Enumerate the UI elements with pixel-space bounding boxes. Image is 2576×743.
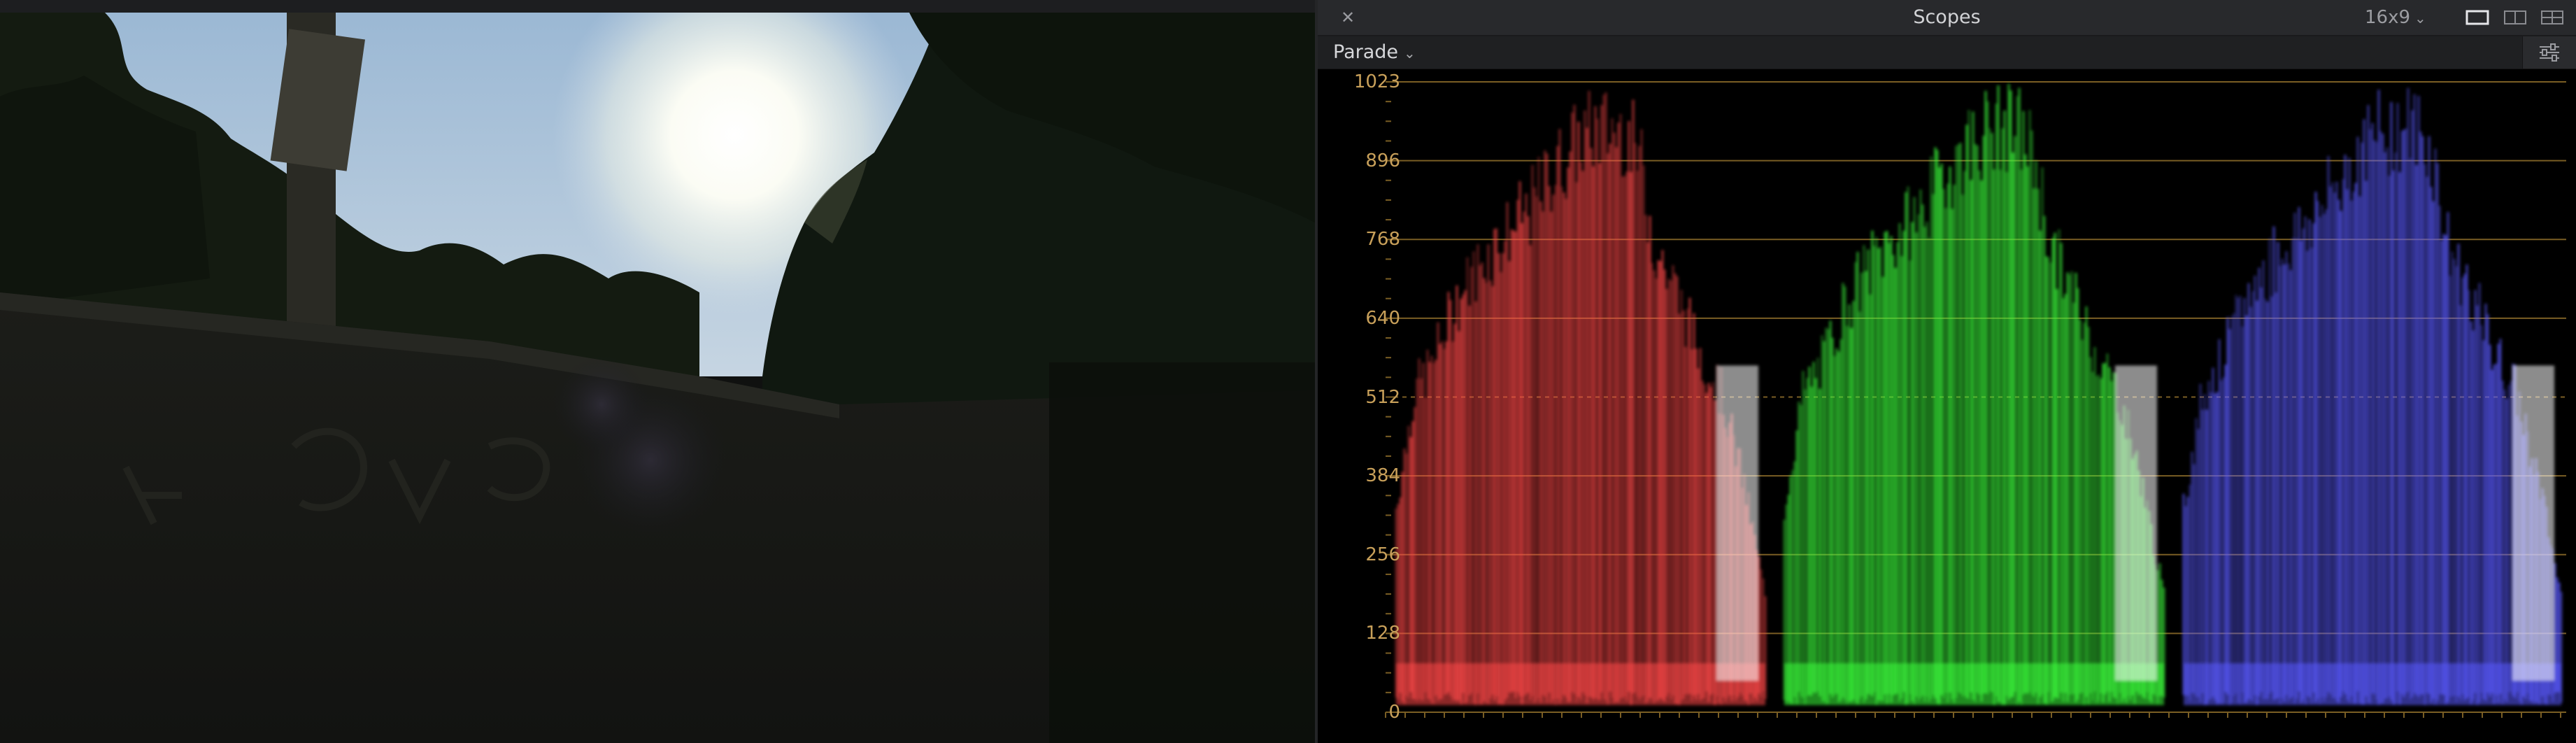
- y-axis-label: 896: [1365, 150, 1400, 171]
- scopes-toolbar: Parade ⌄: [1318, 36, 2576, 69]
- single-layout-icon[interactable]: [2465, 9, 2489, 26]
- viewer: [0, 0, 1315, 743]
- scopes-title-bar: ✕ Scopes 16x9 ⌄: [1318, 0, 2576, 36]
- y-axis-label: 384: [1365, 465, 1400, 487]
- y-axis-label: 512: [1365, 386, 1400, 408]
- sliders-icon[interactable]: [2522, 36, 2576, 69]
- red-channel-trace: [1395, 90, 1767, 705]
- green-channel-trace: [1783, 83, 2165, 705]
- viewer-top-bar: [0, 0, 1315, 13]
- scope-type-dropdown[interactable]: Parade ⌄: [1333, 36, 1416, 69]
- y-axis-label: 256: [1365, 544, 1400, 565]
- scopes-panel: ✕ Scopes 16x9 ⌄ Parade ⌄ 1023 896 768 64…: [1318, 0, 2576, 743]
- chevron-down-icon: ⌄: [1404, 45, 1416, 62]
- viewer-image: [0, 13, 1315, 743]
- y-axis-label: 640: [1365, 307, 1400, 329]
- y-axis-label: 1023: [1353, 71, 1400, 92]
- chevron-down-icon: ⌄: [2414, 10, 2426, 27]
- blue-channel-trace: [2182, 87, 2563, 705]
- quad-layout-icon[interactable]: [2540, 9, 2564, 26]
- scope-type-value: Parade: [1333, 41, 1399, 63]
- y-axis-label: 0: [1388, 702, 1400, 723]
- y-axis-label: 128: [1365, 623, 1400, 644]
- parade-scope: 1023 896 768 640 512 384 256 128 0: [1318, 69, 2576, 743]
- aspect-ratio-dropdown[interactable]: 16x9 ⌄: [2365, 0, 2426, 35]
- parade-graph: [1385, 81, 2566, 718]
- aspect-ratio-value: 16x9: [2365, 7, 2411, 28]
- dual-layout-icon[interactable]: [2503, 9, 2527, 26]
- y-axis-label: 768: [1365, 229, 1400, 250]
